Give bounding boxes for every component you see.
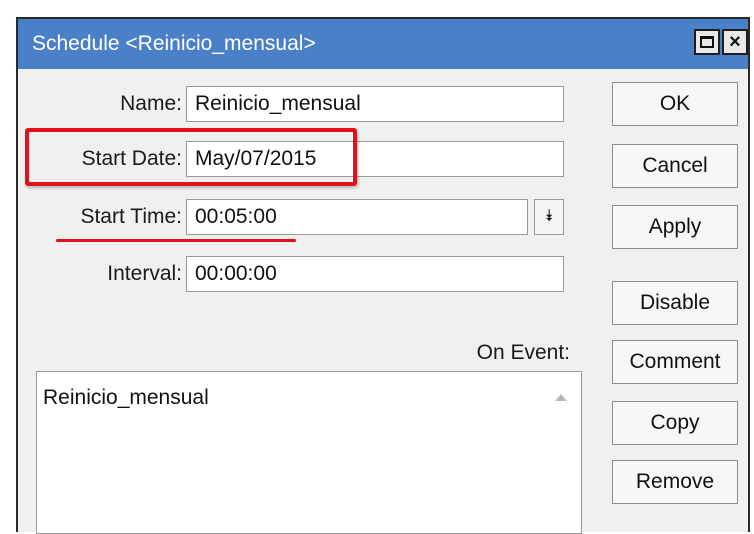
on-event-text: Reinicio_mensual [43, 386, 209, 409]
close-icon[interactable]: × [722, 29, 748, 55]
on-event-textarea[interactable]: Reinicio_mensual [36, 371, 582, 534]
disable-button[interactable]: Disable [612, 281, 738, 325]
name-label: Name: [120, 92, 182, 115]
start-time-dropdown-icon[interactable]: ⯯ [534, 199, 564, 235]
title-bar[interactable]: Schedule <Reinicio_mensual> × [18, 19, 748, 69]
cancel-button[interactable]: Cancel [612, 144, 738, 188]
interval-label: Interval: [107, 262, 182, 285]
name-field[interactable] [186, 86, 564, 122]
start-time-field[interactable] [186, 199, 528, 235]
remove-button[interactable]: Remove [612, 460, 738, 504]
ok-button[interactable]: OK [612, 82, 738, 126]
scroll-up-icon[interactable] [555, 394, 567, 401]
window-title: Schedule <Reinicio_mensual> [32, 32, 316, 55]
comment-button[interactable]: Comment [612, 340, 738, 384]
apply-button[interactable]: Apply [612, 205, 738, 249]
on-event-label: On Event: [476, 341, 570, 364]
schedule-dialog: Schedule <Reinicio_mensual> × Name: Star… [16, 17, 750, 534]
maximize-icon[interactable] [694, 29, 720, 55]
start-time-label: Start Time: [80, 205, 182, 228]
start-time-underline [56, 239, 296, 242]
copy-button[interactable]: Copy [612, 401, 738, 445]
start-date-highlight-box [25, 128, 357, 186]
interval-field[interactable] [186, 256, 564, 292]
